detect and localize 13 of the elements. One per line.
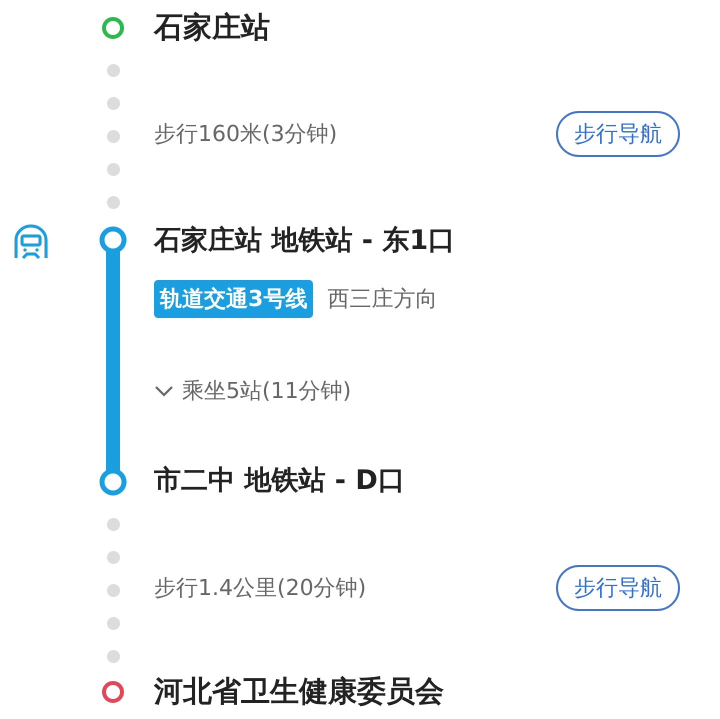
boarding-station: 石家庄站 地铁站 - 东1口 bbox=[154, 224, 456, 258]
walk-info: 步行1.4公里(20分钟) bbox=[154, 575, 366, 603]
walk-info: 步行160米(3分钟) bbox=[154, 121, 338, 149]
alighting-station: 市二中 地铁站 - D口 bbox=[154, 464, 405, 498]
chevron-down-icon[interactable] bbox=[154, 385, 174, 397]
place-name: 河北省卫生健康委员会 bbox=[154, 672, 444, 710]
line-badge: 轨道交通3号线 bbox=[154, 280, 314, 318]
direction-text: 西三庄方向 bbox=[327, 286, 438, 314]
place-name: 石家庄站 bbox=[154, 9, 270, 46]
ride-info[interactable]: 乘坐5站(11分钟) bbox=[182, 376, 352, 406]
train-icon bbox=[12, 224, 50, 260]
walk-navigation-button[interactable]: 步行导航 bbox=[556, 111, 680, 157]
walk-navigation-button[interactable]: 步行导航 bbox=[556, 565, 680, 611]
